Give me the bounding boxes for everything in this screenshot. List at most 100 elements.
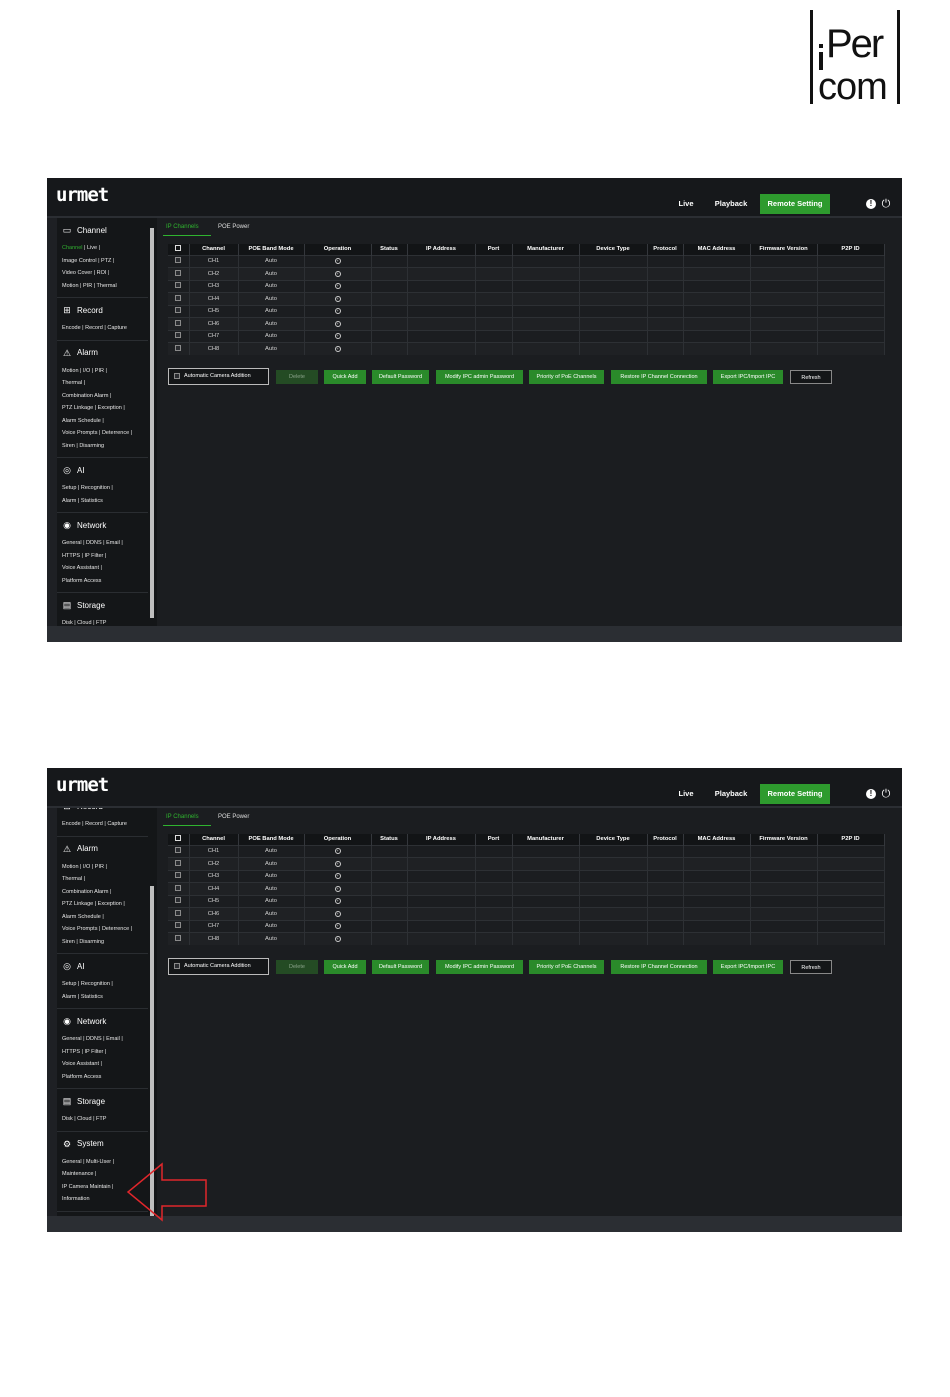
sidebar-title-ai[interactable]: ◎ AI <box>57 954 150 978</box>
sidebar-links-storage-1[interactable]: Disk | Cloud | FTP <box>57 1113 150 1126</box>
sidebar-title-alarm[interactable]: ⚠ Alarm <box>57 837 150 861</box>
operation-icon[interactable]: + <box>304 919 372 933</box>
sidebar-links-ai-1[interactable]: Setup | Recognition | <box>57 482 150 495</box>
delete-button[interactable]: Delete <box>276 370 318 384</box>
export-import-ipc-button[interactable]: Export IPC/Import IPC <box>713 960 783 974</box>
sidebar-links-network-3[interactable]: Voice Assistant | <box>57 562 150 575</box>
cell-mode[interactable]: Auto <box>238 342 305 355</box>
sidebar-links-alarm-2[interactable]: Thermal | <box>57 873 150 886</box>
operation-icon[interactable]: + <box>304 932 372 945</box>
sidebar-links-alarm-1[interactable]: Motion | I/O | PIR | <box>57 365 150 378</box>
sidebar-title-ai[interactable]: ◎ AI <box>57 458 150 482</box>
operation-icon[interactable]: + <box>304 279 372 293</box>
row-checkbox[interactable] <box>168 907 190 920</box>
row-checkbox[interactable] <box>168 844 190 858</box>
row-checkbox[interactable] <box>168 919 190 933</box>
row-checkbox[interactable] <box>168 254 190 268</box>
sidebar-links-network-2[interactable]: HTTPS | IP Filter | <box>57 550 150 563</box>
sidebar-links-channel-4[interactable]: Motion | PIR | Thermal <box>57 280 150 293</box>
restore-ip-channel-button[interactable]: Restore IP Channel Connection <box>611 370 707 384</box>
sidebar-title-storage[interactable]: ▤ Storage <box>57 593 150 617</box>
sidebar-links-channel-2[interactable]: Image Control | PTZ | <box>57 255 150 268</box>
row-checkbox[interactable] <box>168 882 190 895</box>
sidebar-links-network-1[interactable]: General | DDNS | Email | <box>57 1033 150 1046</box>
sidebar-links-network-1[interactable]: General | DDNS | Email | <box>57 537 150 550</box>
cell-mode[interactable]: Auto <box>238 882 305 895</box>
nav-playback[interactable]: Playback <box>711 784 751 804</box>
select-all-checkbox[interactable] <box>168 834 190 845</box>
sidebar-links-alarm-4[interactable]: PTZ Linkage | Exception | <box>57 898 150 911</box>
sidebar-links-alarm-3[interactable]: Combination Alarm | <box>57 390 150 403</box>
sidebar-links-ai-1[interactable]: Setup | Recognition | <box>57 978 150 991</box>
sidebar-links-network-2[interactable]: HTTPS | IP Filter | <box>57 1046 150 1059</box>
sidebar-scrollbar[interactable] <box>148 218 157 626</box>
quick-add-button[interactable]: Quick Add <box>324 960 366 974</box>
sidebar-links-alarm-5[interactable]: Alarm Schedule | <box>57 911 150 924</box>
row-checkbox[interactable] <box>168 292 190 305</box>
nav-remote-setting[interactable]: Remote Setting <box>760 784 830 804</box>
sidebar-links-alarm-7[interactable]: Siren | Disarming <box>57 936 150 949</box>
operation-icon[interactable]: + <box>304 317 372 330</box>
tab-ip-channels[interactable]: IP Channels <box>166 224 199 230</box>
sidebar-title-record[interactable]: ⊞Record <box>57 298 150 322</box>
automatic-camera-addition-checkbox[interactable]: Automatic Camera Addition <box>168 368 269 385</box>
operation-icon[interactable]: + <box>304 267 372 280</box>
tab-poe-power[interactable]: POE Power <box>218 814 249 820</box>
modify-ipc-password-button[interactable]: Modify IPC admin Password <box>436 960 523 974</box>
operation-icon[interactable]: + <box>304 292 372 305</box>
cell-mode[interactable]: Auto <box>238 279 305 293</box>
cell-mode[interactable]: Auto <box>238 919 305 933</box>
nav-live[interactable]: Live <box>671 194 701 214</box>
operation-icon[interactable]: + <box>304 254 372 268</box>
row-checkbox[interactable] <box>168 267 190 280</box>
tab-ip-channels[interactable]: IP Channels <box>166 814 199 820</box>
operation-icon[interactable]: + <box>304 844 372 858</box>
sidebar-title-network[interactable]: ◉ Network <box>57 513 150 537</box>
quick-add-button[interactable]: Quick Add <box>324 370 366 384</box>
sidebar-title-system[interactable]: ⚙ System <box>57 1132 150 1156</box>
nav-remote-setting[interactable]: Remote Setting <box>760 194 830 214</box>
row-checkbox[interactable] <box>168 329 190 343</box>
sidebar-title-record[interactable]: ⊞Record <box>57 808 150 818</box>
sidebar-links-record-1[interactable]: Encode | Record | Capture <box>57 818 150 831</box>
cell-mode[interactable]: Auto <box>238 304 305 318</box>
sidebar-links-alarm-6[interactable]: Voice Prompts | Deterrence | <box>57 923 150 936</box>
sidebar-links-channel-1[interactable]: Channel | Live | <box>57 242 150 255</box>
sidebar-links-record-1[interactable]: Encode | Record | Capture <box>57 322 150 335</box>
cell-mode[interactable]: Auto <box>238 267 305 280</box>
nav-playback[interactable]: Playback <box>711 194 751 214</box>
priority-poe-channels-button[interactable]: Priority of PoE Channels <box>529 370 604 384</box>
sidebar-links-alarm-2[interactable]: Thermal | <box>57 377 150 390</box>
sidebar-scrollbar[interactable] <box>148 808 157 1216</box>
sidebar-title-alarm[interactable]: ⚠ Alarm <box>57 341 150 365</box>
sidebar-links-storage-1[interactable]: Disk | Cloud | FTP <box>57 617 150 626</box>
default-password-button[interactable]: Default Password <box>372 370 429 384</box>
operation-icon[interactable]: + <box>304 304 372 318</box>
cell-mode[interactable]: Auto <box>238 932 305 945</box>
scrollbar-thumb[interactable] <box>150 228 154 618</box>
sidebar-links-network-4[interactable]: Platform Access <box>57 575 150 588</box>
sidebar-links-network-4[interactable]: Platform Access <box>57 1071 150 1084</box>
sidebar-links-alarm-7[interactable]: Siren | Disarming <box>57 440 150 453</box>
sidebar-title-network[interactable]: ◉ Network <box>57 1009 150 1033</box>
row-checkbox[interactable] <box>168 304 190 318</box>
row-checkbox[interactable] <box>168 317 190 330</box>
default-password-button[interactable]: Default Password <box>372 960 429 974</box>
info-icon[interactable]: ! <box>866 789 876 799</box>
row-checkbox[interactable] <box>168 279 190 293</box>
sidebar-links-alarm-4[interactable]: PTZ Linkage | Exception | <box>57 402 150 415</box>
operation-icon[interactable]: + <box>304 342 372 355</box>
delete-button[interactable]: Delete <box>276 960 318 974</box>
operation-icon[interactable]: + <box>304 894 372 908</box>
sidebar-links-alarm-3[interactable]: Combination Alarm | <box>57 886 150 899</box>
info-icon[interactable]: ! <box>866 199 876 209</box>
sidebar-links-channel-3[interactable]: Video Cover | ROI | <box>57 267 150 280</box>
select-all-checkbox[interactable] <box>168 244 190 255</box>
automatic-camera-addition-checkbox[interactable]: Automatic Camera Addition <box>168 958 269 975</box>
row-checkbox[interactable] <box>168 342 190 355</box>
restore-ip-channel-button[interactable]: Restore IP Channel Connection <box>611 960 707 974</box>
row-checkbox[interactable] <box>168 932 190 945</box>
operation-icon[interactable]: + <box>304 869 372 883</box>
priority-poe-channels-button[interactable]: Priority of PoE Channels <box>529 960 604 974</box>
operation-icon[interactable]: + <box>304 329 372 343</box>
